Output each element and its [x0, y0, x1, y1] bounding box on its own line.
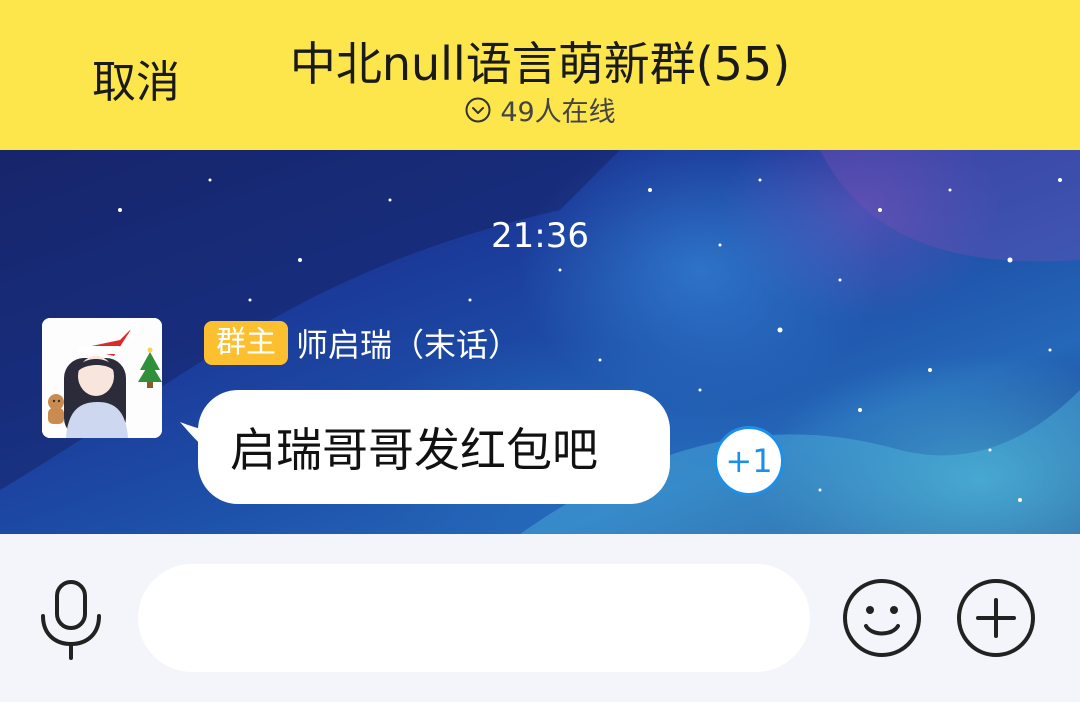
group-chat-screen: 取消 中北null语言萌新群(55) 49人在线 21:36 群主 师启瑞（末话…: [0, 0, 1080, 702]
plus-one-button[interactable]: +1: [714, 426, 784, 496]
chat-header: 取消 中北null语言萌新群(55) 49人在线: [0, 0, 1080, 150]
plus-circle-icon[interactable]: [956, 578, 1036, 658]
message-timestamp: 21:36: [491, 216, 589, 256]
microphone-icon[interactable]: [38, 580, 104, 660]
input-bar: [0, 534, 1080, 702]
online-count-text: 49人在线: [500, 97, 616, 128]
message-input[interactable]: [138, 564, 810, 672]
group-title: 中北null语言萌新群(55): [289, 37, 791, 91]
group-owner-badge: 群主: [204, 321, 288, 365]
online-status[interactable]: 49人在线: [0, 90, 1080, 129]
message-list[interactable]: 21:36 群主 师启瑞（末话） 启瑞哥哥发红包吧 +1: [0, 150, 1080, 534]
message-text: 启瑞哥哥发红包吧: [230, 423, 598, 477]
avatar[interactable]: [42, 318, 162, 438]
message-bubble[interactable]: 启瑞哥哥发红包吧: [198, 390, 670, 504]
plus-one-label: +1: [725, 442, 773, 480]
avatar-illustration: [42, 318, 162, 438]
smiley-icon[interactable]: [842, 578, 922, 658]
chevron-down-circle-icon: [465, 97, 491, 122]
sender-name[interactable]: 师启瑞（末话）: [296, 320, 520, 366]
message-sender: 群主 师启瑞（末话）: [204, 320, 520, 366]
